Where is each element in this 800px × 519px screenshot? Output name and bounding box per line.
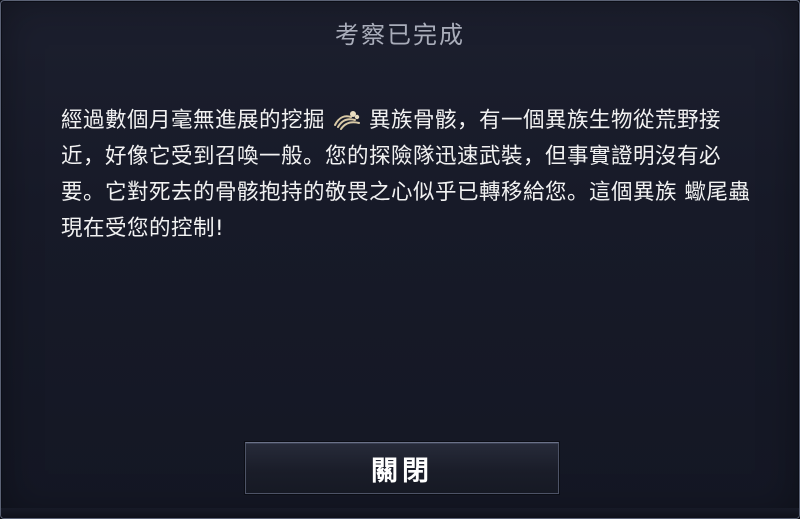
close-button[interactable]: 關閉 [245,442,559,494]
fossil-bone-icon [331,107,363,131]
dialog-bottom-edge [1,508,799,518]
completion-dialog: 考察已完成 經過數個月毫無進展的挖掘 異族骨骸，有一個異族生物從荒野接近，好像它… [0,0,800,519]
dialog-message: 經過數個月毫無進展的挖掘 異族骨骸，有一個異族生物從荒野接近，好像它受到召喚一般… [61,103,761,247]
message-part-1: 經過數個月毫無進展的挖掘 [61,108,326,133]
dialog-title: 考察已完成 [335,21,465,49]
